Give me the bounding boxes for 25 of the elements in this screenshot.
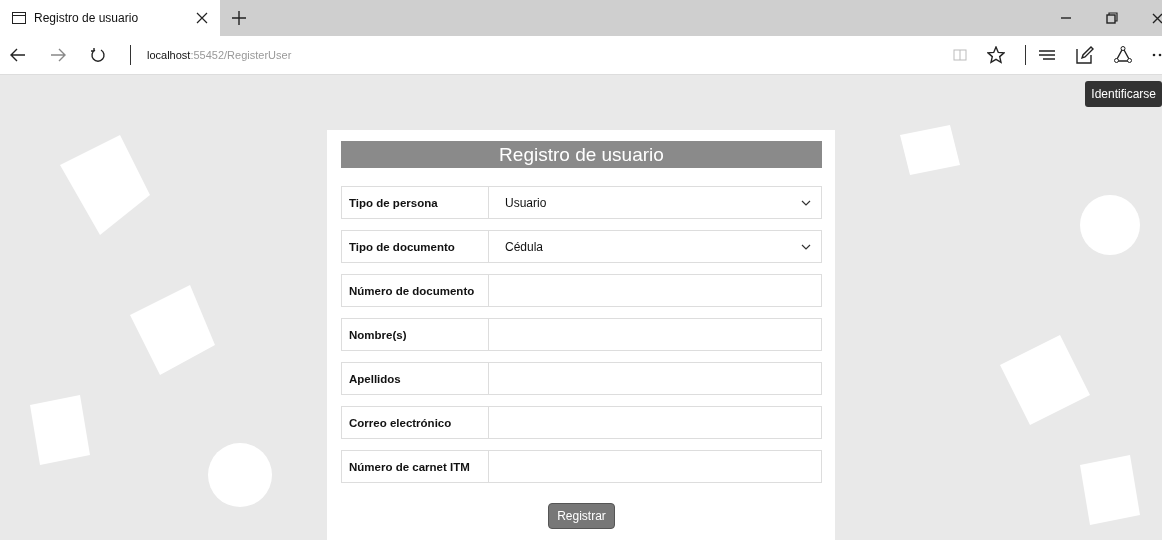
back-arrow-icon[interactable] [10,48,26,62]
window-icon [12,12,26,24]
field-label: Tipo de persona [342,187,489,218]
tab-title: Registro de usuario [34,11,140,25]
star-icon[interactable] [987,46,1005,64]
forward-arrow-icon[interactable] [50,48,66,62]
close-icon[interactable] [196,12,208,24]
field-label: Tipo de documento [342,231,489,262]
dropdown[interactable]: Cédula [489,231,821,262]
sign-in-button[interactable]: Identificarse [1085,81,1162,107]
address-bar[interactable]: localhost:55452/RegisterUser [143,47,296,63]
pen-note-icon[interactable] [1076,46,1094,64]
chevron-down-icon [801,199,811,206]
close-icon[interactable] [1152,12,1162,24]
browser-tab[interactable]: Registro de usuario [0,0,220,36]
refresh-icon[interactable] [90,47,106,63]
more-icon[interactable] [1152,53,1162,57]
restore-icon[interactable] [1106,12,1118,24]
plus-icon[interactable] [232,11,246,25]
chevron-down-icon [801,243,811,250]
share-icon[interactable] [1114,46,1132,64]
hub-icon[interactable] [1038,48,1056,62]
form-title: Registro de usuario [341,141,822,168]
dropdown[interactable]: Usuario [489,187,821,218]
register-button[interactable]: Registrar [548,503,615,529]
